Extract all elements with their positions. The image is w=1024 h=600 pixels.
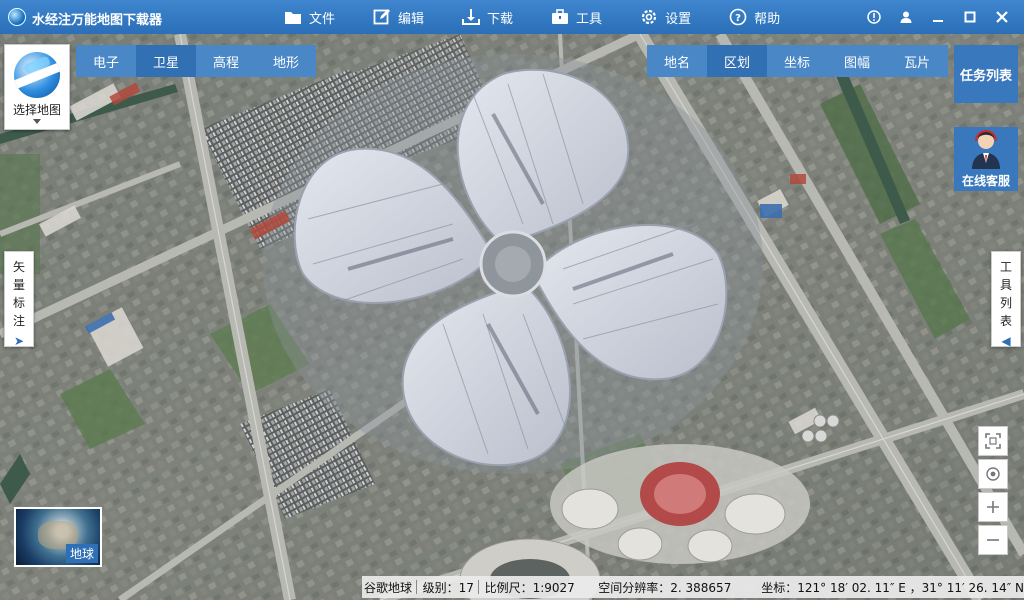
folder-icon [285,12,301,24]
tab-map-sheets[interactable]: 图幅 [827,45,887,77]
user-icon [900,11,912,23]
zoom-in-button[interactable] [978,492,1008,522]
maximize-button[interactable] [954,0,986,34]
earth-label: 地球 [65,544,98,563]
svg-text:?: ? [735,13,741,24]
info-icon [867,10,881,24]
title-bar: 水经注万能地图下载器 文件 编辑 下载 工具 设置 ? 帮助 [0,0,1024,34]
tab-tiles[interactable]: 瓦片 [887,45,947,77]
menu-tools-label: 工具 [576,11,603,27]
status-source: 谷歌地球 [364,580,413,595]
tab-electronic[interactable]: 电子 [76,45,136,77]
status-bar: 谷歌地球 级别：17 比例尺：1:9027 空间分辨率：2. 388657 坐标… [362,576,1024,598]
fullscreen-icon [985,433,1001,449]
chevron-right-icon: ➤ [13,334,25,348]
menu-settings-label: 设置 [665,11,692,27]
tab-place-names[interactable]: 地名 [647,45,707,77]
menu-download[interactable]: 下载 [462,0,513,34]
map-selector-label: 选择地图 [12,103,61,117]
fullscreen-button[interactable] [978,426,1008,456]
menu-help-label: 帮助 [754,11,781,27]
earth-view-button[interactable]: 地球 [14,507,102,567]
overlay-tabs: 地名 区划 坐标 图幅 瓦片 [647,45,948,77]
help-icon: ? [729,8,747,26]
menu-edit-label: 编辑 [398,11,425,27]
menu-settings[interactable]: 设置 [640,0,691,34]
map-type-tabs: 电子 卫星 高程 地形 [76,45,316,77]
map-view[interactable] [0,34,1024,600]
chevron-left-icon: ◀ [1001,334,1011,348]
window-controls [858,0,1018,34]
task-list-button[interactable]: 任务列表 [954,45,1018,103]
customer-service-avatar-icon [972,130,1000,169]
vector-labels-label: 矢量标注 [12,260,25,328]
minus-icon [987,539,999,541]
status-coordinates: 坐标：121° 18′ 02. 11″ E ，31° 11′ 26. 14″ N [761,580,1024,595]
menu-edit[interactable]: 编辑 [373,0,424,34]
user-button[interactable] [890,0,922,34]
maximize-icon [964,11,976,23]
app-title: 水经注万能地图下载器 [32,13,163,28]
online-service-button[interactable]: 在线客服 [954,127,1018,191]
info-button[interactable] [858,0,890,34]
close-icon [996,11,1008,23]
status-resolution: 空间分辨率：2. 388657 [598,580,732,595]
minimize-button[interactable] [922,0,954,34]
map-selector[interactable]: 选择地图 [4,44,70,130]
locate-icon [986,467,1000,481]
tab-satellite[interactable]: 卫星 [136,45,196,77]
close-button[interactable] [986,0,1018,34]
globe-icon [14,52,60,98]
app-logo-icon [8,8,26,26]
edit-icon [373,9,391,25]
caret-down-icon [33,119,41,124]
toolbox-icon [552,9,569,24]
download-icon [462,9,481,25]
menu-help[interactable]: ? 帮助 [729,0,780,34]
menu-file-label: 文件 [309,11,336,27]
tab-coordinates[interactable]: 坐标 [767,45,827,77]
tool-list-label: 工具列表 [999,260,1012,328]
locate-button[interactable] [978,459,1008,489]
zoom-out-button[interactable] [978,525,1008,555]
status-divider [477,580,479,594]
tab-divisions[interactable]: 区划 [707,45,767,77]
menu-tools[interactable]: 工具 [551,0,602,34]
status-scale: 比例尺：1:9027 [484,580,575,595]
status-level: 级别：17 [422,580,474,595]
menu-download-label: 下载 [487,11,514,27]
minimize-icon [933,20,943,22]
menu-file[interactable]: 文件 [284,0,335,34]
plus-icon [987,501,999,513]
satellite-imagery [0,34,1024,600]
tab-elevation[interactable]: 高程 [196,45,256,77]
tool-list-toggle[interactable]: 工具列表 ◀ [991,251,1021,348]
online-service-label: 在线客服 [961,174,1010,188]
gear-icon [641,9,657,25]
tab-terrain[interactable]: 地形 [256,45,316,77]
main-menu: 文件 编辑 下载 工具 设置 ? 帮助 [284,0,818,34]
vector-labels-toggle[interactable]: 矢量标注 ➤ [4,251,34,348]
status-divider [416,580,417,594]
